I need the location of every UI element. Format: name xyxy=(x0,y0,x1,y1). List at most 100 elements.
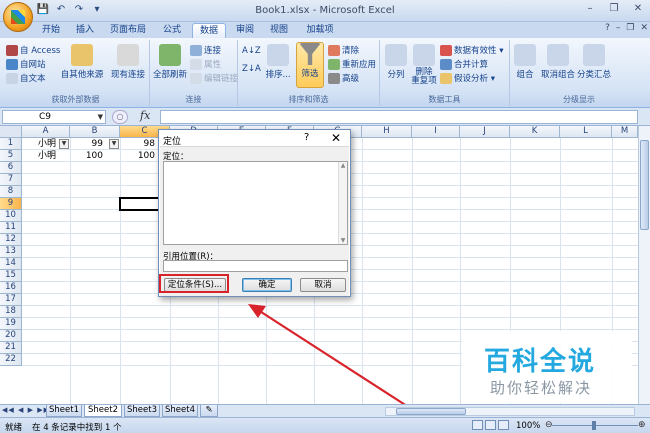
row-header-22[interactable]: 22 xyxy=(0,354,22,366)
normal-view-icon[interactable] xyxy=(472,420,483,430)
cell-c1[interactable]: 98 xyxy=(120,138,158,150)
sheet-tab-2[interactable]: Sheet2 xyxy=(84,405,122,417)
sort-button[interactable]: 排序... xyxy=(264,44,292,80)
row-header-21[interactable]: 21 xyxy=(0,342,22,354)
cell-c5[interactable]: 100 xyxy=(120,150,158,162)
insert-function-icon[interactable]: fx xyxy=(140,109,150,122)
properties-button[interactable]: 属性 xyxy=(190,58,221,70)
existing-connections-button[interactable]: 现有连接 xyxy=(108,44,148,80)
cell-b1[interactable]: 99 xyxy=(70,138,106,150)
sheet-tab-4[interactable]: Sheet4 xyxy=(162,405,198,417)
column-header-a[interactable]: A xyxy=(22,126,70,138)
cell-a5[interactable]: 小明 xyxy=(22,150,70,162)
row-header-14[interactable]: 14 xyxy=(0,258,22,270)
row-header-6[interactable]: 6 xyxy=(0,162,22,174)
sheet-navigation-icons[interactable]: ◀◀ ◀ ▶ ▶▶ xyxy=(2,406,50,414)
connections-button[interactable]: 连接 xyxy=(190,44,221,56)
zoom-level[interactable]: 100% xyxy=(516,421,540,431)
row-header-12[interactable]: 12 xyxy=(0,234,22,246)
subtotal-button[interactable]: 分类汇总 xyxy=(576,44,612,80)
sort-asc-button[interactable]: A↓Z xyxy=(242,46,261,56)
column-header-k[interactable]: K xyxy=(510,126,560,138)
name-box[interactable]: C9 ▼ xyxy=(2,110,106,124)
refresh-all-button[interactable]: 全部刷新 xyxy=(152,44,188,80)
chevron-down-icon[interactable]: ▼ xyxy=(98,111,103,123)
list-scrollbar[interactable]: ▲ ▼ xyxy=(338,162,347,244)
column-header-j[interactable]: J xyxy=(460,126,510,138)
office-button[interactable] xyxy=(3,2,33,32)
row-header-9[interactable]: 9 xyxy=(0,198,22,210)
vertical-scroll-thumb[interactable] xyxy=(640,140,649,230)
column-header-h[interactable]: H xyxy=(362,126,412,138)
doc-close-button[interactable]: ✕ xyxy=(640,23,648,33)
edit-links-button[interactable]: 编辑链接 xyxy=(190,72,238,84)
help-icon[interactable]: ? xyxy=(304,132,309,143)
tab-home[interactable]: 开始 xyxy=(34,23,68,38)
row-header-16[interactable]: 16 xyxy=(0,282,22,294)
doc-restore-button[interactable]: ❐ xyxy=(626,23,634,33)
tab-review[interactable]: 审阅 xyxy=(230,23,260,38)
consolidate-button[interactable]: 合并计算 xyxy=(440,58,488,70)
row-header-5[interactable]: 5 xyxy=(0,150,22,162)
remove-duplicates-button[interactable]: 删除 重复项 xyxy=(410,44,438,86)
ok-button[interactable]: 确定 xyxy=(242,278,292,292)
close-window-button[interactable]: ✕ xyxy=(626,0,650,18)
row-header-11[interactable]: 11 xyxy=(0,222,22,234)
column-header-l[interactable]: L xyxy=(560,126,612,138)
clear-filter-button[interactable]: 清除 xyxy=(328,44,359,56)
reapply-button[interactable]: 重新应用 xyxy=(328,58,376,70)
row-header-18[interactable]: 18 xyxy=(0,306,22,318)
formula-input[interactable] xyxy=(160,110,638,124)
row-header-19[interactable]: 19 xyxy=(0,318,22,330)
row-header-20[interactable]: 20 xyxy=(0,330,22,342)
formula-cancel-icon[interactable]: ○ xyxy=(112,110,128,124)
vertical-scrollbar[interactable] xyxy=(638,126,650,404)
restore-button[interactable]: ❐ xyxy=(602,0,626,18)
zoom-slider-thumb[interactable] xyxy=(592,421,596,430)
row-header-8[interactable]: 8 xyxy=(0,186,22,198)
filter-dropdown-icon[interactable]: ▼ xyxy=(109,139,119,149)
from-access-button[interactable]: 自 Access xyxy=(6,44,60,56)
horizontal-scrollbar[interactable] xyxy=(385,407,635,416)
column-header-b[interactable]: B xyxy=(70,126,120,138)
reference-input[interactable] xyxy=(163,260,348,272)
tab-formulas[interactable]: 公式 xyxy=(156,23,188,38)
from-other-sources-button[interactable]: 自其他来源 xyxy=(60,44,104,80)
tab-insert[interactable]: 插入 xyxy=(70,23,100,38)
tab-view[interactable]: 视图 xyxy=(264,23,294,38)
tab-addins[interactable]: 加载项 xyxy=(300,23,340,38)
text-to-columns-button[interactable]: 分列 xyxy=(382,44,410,80)
page-layout-view-icon[interactable] xyxy=(485,420,496,430)
row-header-1[interactable]: 1 xyxy=(0,138,22,150)
what-if-button[interactable]: 假设分析 ▾ xyxy=(440,72,495,84)
filter-button[interactable]: 筛选 xyxy=(296,42,324,88)
tab-page-layout[interactable]: 页面布局 xyxy=(104,23,152,38)
filter-dropdown-icon[interactable]: ▼ xyxy=(59,139,69,149)
from-text-button[interactable]: 自文本 xyxy=(6,72,46,84)
insert-sheet-icon[interactable]: ✎ xyxy=(200,405,218,417)
column-header-m[interactable]: M xyxy=(612,126,638,138)
ungroup-button[interactable]: 取消组合 xyxy=(540,44,576,80)
from-web-button[interactable]: 自网站 xyxy=(6,58,46,70)
cancel-button[interactable]: 取消 xyxy=(300,278,346,292)
row-header-7[interactable]: 7 xyxy=(0,174,22,186)
sort-desc-button[interactable]: Z↓A xyxy=(242,64,261,74)
row-header-17[interactable]: 17 xyxy=(0,294,22,306)
close-icon[interactable]: ✕ xyxy=(331,131,341,145)
group-button[interactable]: 组合 xyxy=(512,44,538,80)
minimize-button[interactable]: – xyxy=(578,0,602,18)
sheet-tab-3[interactable]: Sheet3 xyxy=(124,405,160,417)
zoom-in-icon[interactable]: ⊕ xyxy=(638,420,646,430)
horizontal-scroll-thumb[interactable] xyxy=(396,408,466,415)
doc-minimize-button[interactable]: – xyxy=(616,23,621,33)
goto-list[interactable]: ▲ ▼ xyxy=(163,161,348,245)
data-validation-button[interactable]: 数据有效性 ▾ xyxy=(440,44,503,56)
row-header-10[interactable]: 10 xyxy=(0,210,22,222)
cell-b5[interactable]: 100 xyxy=(70,150,106,162)
advanced-filter-button[interactable]: 高级 xyxy=(328,72,359,84)
tab-data[interactable]: 数据 xyxy=(192,23,226,38)
row-header-13[interactable]: 13 xyxy=(0,246,22,258)
row-header-15[interactable]: 15 xyxy=(0,270,22,282)
select-all-corner[interactable] xyxy=(0,126,22,138)
page-break-view-icon[interactable] xyxy=(498,420,509,430)
